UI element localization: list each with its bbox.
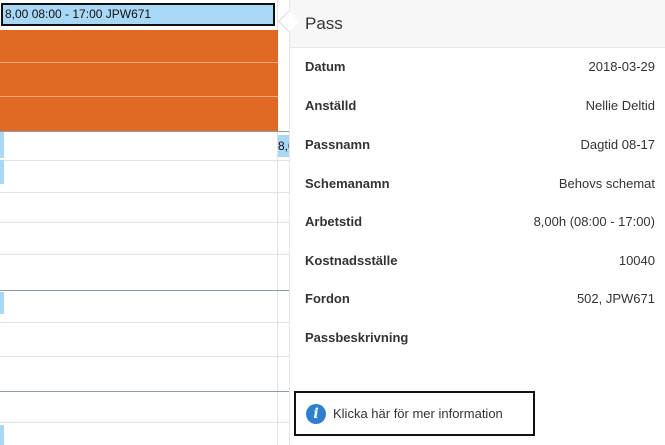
detail-value: 10040: [618, 253, 655, 268]
grid-row-divider: [0, 254, 289, 255]
schedule-grid: 8,00 08:00 - 17:00 JPW671 8,00 08:00 - 1…: [0, 0, 289, 445]
shift-block-orange[interactable]: [0, 30, 278, 131]
detail-label: Arbetstid: [305, 214, 363, 229]
info-icon: i: [306, 403, 326, 424]
detail-row-arbetstid: Arbetstid 8,00h (08:00 - 17:00): [305, 212, 655, 232]
detail-value: Nellie Deltid: [585, 98, 655, 113]
shift-stub[interactable]: [0, 292, 4, 314]
detail-value: Dagtid 08-17: [580, 137, 655, 152]
detail-label: Passbeskrivning: [305, 330, 409, 345]
shift-stub[interactable]: [0, 160, 4, 184]
shift-stub[interactable]: [0, 132, 4, 158]
detail-row-passnamn: Passnamn Dagtid 08-17: [305, 135, 655, 155]
detail-value: 502, JPW671: [576, 291, 655, 306]
detail-row-datum: Datum 2018-03-29: [305, 57, 655, 77]
detail-label: Schemanamn: [305, 176, 390, 191]
popover-title: Pass: [290, 0, 665, 48]
next-shift-bar[interactable]: 8,00 08:00 - 17:00 JPW671: [278, 135, 289, 157]
shift-details-popover: Pass Datum 2018-03-29 Anställd Nellie De…: [289, 0, 665, 445]
grid-row-divider: [0, 62, 278, 63]
grid-row-divider: [0, 131, 289, 132]
shift-stub[interactable]: [0, 425, 4, 445]
grid-row-divider: [0, 322, 289, 323]
grid-row-divider: [0, 222, 289, 223]
more-info-text: Klicka här för mer information: [333, 406, 503, 421]
grid-row-divider: [0, 356, 289, 357]
grid-row-divider: [0, 192, 289, 193]
grid-row-divider: [0, 290, 289, 291]
detail-row-kostnadsstalle: Kostnadsställe 10040: [305, 251, 655, 271]
detail-value: 8,00h (08:00 - 17:00): [533, 214, 655, 229]
detail-row-fordon: Fordon 502, JPW671: [305, 289, 655, 309]
grid-row-divider: [0, 391, 289, 392]
detail-label: Kostnadsställe: [305, 253, 398, 268]
detail-row-schemanamn: Schemanamn Behovs schemat: [305, 174, 655, 194]
detail-label: Anställd: [305, 98, 357, 113]
detail-value: Behovs schemat: [558, 176, 655, 191]
detail-label: Fordon: [305, 291, 350, 306]
detail-value: 2018-03-29: [588, 59, 656, 74]
detail-label: Datum: [305, 59, 346, 74]
detail-row-passbeskrivning: Passbeskrivning: [305, 328, 655, 348]
detail-row-anstalld: Anställd Nellie Deltid: [305, 96, 655, 116]
detail-label: Passnamn: [305, 137, 371, 152]
selected-shift-bar[interactable]: 8,00 08:00 - 17:00 JPW671: [1, 3, 275, 26]
grid-row-divider: [0, 422, 289, 423]
grid-row-divider: [0, 160, 289, 161]
more-info-link[interactable]: i Klicka här för mer information: [294, 391, 535, 436]
grid-row-divider: [0, 96, 278, 97]
